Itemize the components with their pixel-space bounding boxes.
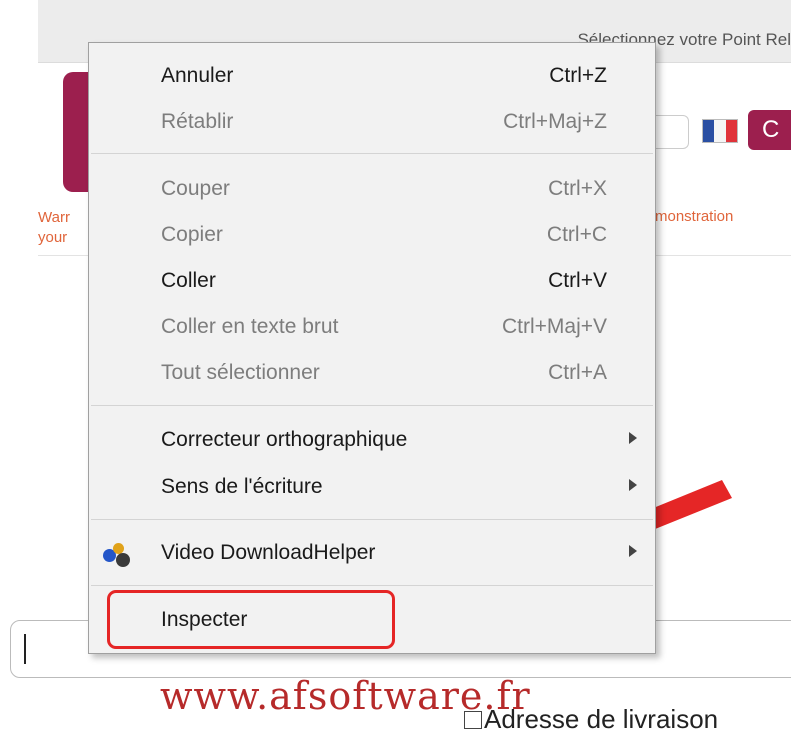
menu-separator (91, 585, 653, 586)
menu-item-paste[interactable]: Coller Ctrl+V (89, 261, 655, 305)
menu-item-label: Annuler (161, 64, 234, 87)
menu-item-label: Video DownloadHelper (161, 541, 376, 564)
menu-item-video-downloadhelper[interactable]: Video DownloadHelper (89, 533, 655, 577)
menu-item-label: Coller (161, 269, 216, 292)
menu-item-label: Rétablir (161, 110, 234, 133)
menu-item-writing-direction[interactable]: Sens de l'écriture (89, 467, 655, 511)
menu-separator (91, 153, 653, 154)
menu-item-label: Coller en texte brut (161, 315, 339, 338)
menu-item-shortcut: Ctrl+Z (549, 64, 607, 87)
menu-item-shortcut: Ctrl+C (546, 223, 607, 246)
delivery-address-option[interactable]: Adresse de livraison (464, 704, 718, 735)
chevron-right-icon (629, 479, 637, 491)
menu-item-label: Couper (161, 177, 230, 200)
menu-item-shortcut: Ctrl+Maj+V (501, 315, 607, 338)
annotation-highlight-box (107, 590, 395, 649)
delivery-address-checkbox[interactable] (464, 710, 482, 729)
video-downloadhelper-icon (103, 543, 133, 567)
chevron-right-icon (629, 432, 637, 444)
chevron-right-icon (629, 545, 637, 557)
menu-item-spellcheck[interactable]: Correcteur orthographique (89, 420, 655, 464)
search-relay-button[interactable]: C (748, 110, 791, 150)
menu-item-redo[interactable]: Rétablir Ctrl+Maj+Z (89, 102, 655, 146)
menu-item-paste-plain-text[interactable]: Coller en texte brut Ctrl+Maj+V (89, 307, 655, 351)
menu-item-undo[interactable]: Annuler Ctrl+Z (89, 56, 655, 100)
context-menu: Annuler Ctrl+Z Rétablir Ctrl+Maj+Z Coupe… (88, 42, 656, 654)
menu-item-label: Tout sélectionner (161, 361, 320, 384)
menu-item-label: Copier (161, 223, 223, 246)
menu-item-shortcut: Ctrl+Maj+Z (503, 110, 607, 133)
french-flag-icon[interactable] (702, 119, 738, 143)
warning-text-left: Warr your (38, 209, 70, 246)
menu-separator (91, 519, 653, 520)
menu-item-shortcut: Ctrl+A (548, 361, 607, 384)
warning-text-right: monstration (655, 208, 734, 225)
delivery-address-label: Adresse de livraison (484, 704, 719, 734)
menu-item-copy[interactable]: Copier Ctrl+C (89, 215, 655, 259)
menu-item-select-all[interactable]: Tout sélectionner Ctrl+A (89, 353, 655, 397)
menu-item-label: Correcteur orthographique (161, 428, 408, 451)
text-caret (24, 634, 26, 664)
menu-separator (91, 405, 653, 406)
menu-item-shortcut: Ctrl+X (548, 177, 607, 200)
menu-item-shortcut: Ctrl+V (548, 269, 607, 292)
menu-item-cut[interactable]: Couper Ctrl+X (89, 169, 655, 213)
menu-item-label: Sens de l'écriture (161, 475, 323, 498)
